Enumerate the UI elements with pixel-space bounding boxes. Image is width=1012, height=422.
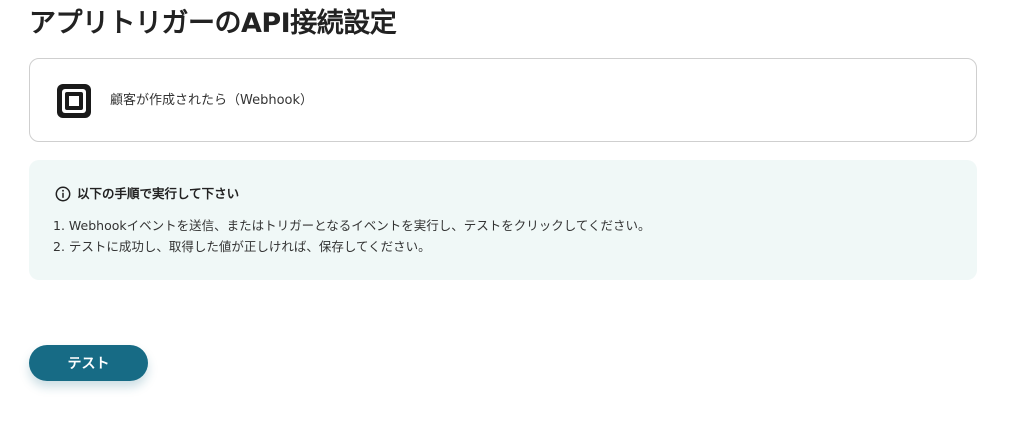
instructions-box: 以下の手順で実行して下さい 1. Webhookイベントを送信、またはトリガーと…: [29, 160, 977, 280]
trigger-label: 顧客が作成されたら（Webhook）: [110, 93, 314, 108]
instruction-step: 1. Webhookイベントを送信、またはトリガーとなるイベントを実行し、テスト…: [53, 218, 651, 233]
test-button[interactable]: テスト: [29, 345, 148, 381]
info-icon: [55, 186, 71, 202]
api-connection-settings-page: アプリトリガーのAPI接続設定 顧客が作成されたら（Webhook） 以下の手順…: [0, 0, 1012, 422]
page-title: アプリトリガーのAPI接続設定: [29, 8, 397, 39]
instruction-step: 2. テストに成功し、取得した値が正しければ、保存してください。: [53, 239, 431, 254]
instructions-steps: 1. Webhookイベントを送信、またはトリガーとなるイベントを実行し、テスト…: [53, 215, 651, 257]
trigger-card: 顧客が作成されたら（Webhook）: [29, 58, 977, 142]
square-logo-icon: [57, 84, 91, 118]
instructions-heading-text: 以下の手順で実行して下さい: [77, 186, 240, 201]
instructions-heading: 以下の手順で実行して下さい: [55, 185, 239, 203]
